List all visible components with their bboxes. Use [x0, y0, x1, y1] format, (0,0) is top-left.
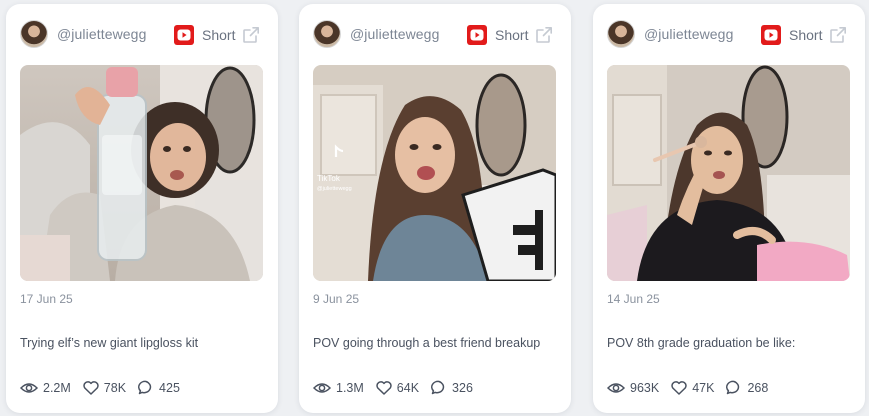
views-count: 963K [630, 380, 660, 395]
views-count: 2.2M [43, 380, 71, 395]
video-card[interactable]: @juliettewegg Short [299, 4, 571, 413]
likes-stat: 64K [376, 381, 419, 395]
video-thumbnail[interactable] [20, 65, 263, 281]
creator-handle[interactable]: @juliettewegg [644, 26, 733, 42]
creator-handle[interactable]: @juliettewegg [57, 26, 146, 42]
video-caption: Trying elf’s new ‍‍giant lipgloss kit [20, 336, 199, 350]
platform-badge: Short [467, 25, 528, 45]
comment-icon [431, 380, 445, 395]
comments-stat: 326 [431, 380, 473, 395]
comments-count: 268 [747, 380, 769, 395]
heart-icon [376, 380, 392, 395]
video-card[interactable]: @juliettewegg Short [6, 4, 278, 413]
video-caption: POV 8th grade graduation be like: [607, 336, 796, 350]
likes-count: 64K [396, 380, 420, 395]
creator-handle[interactable]: @juliettewegg [350, 26, 439, 42]
engagement-stats: 963K 47K 268 [607, 380, 780, 395]
comment-icon [138, 380, 152, 395]
avatar[interactable] [607, 20, 635, 48]
views-stat: 963K [607, 381, 659, 395]
views-stat: 2.2M [20, 381, 71, 395]
card-header: @juliettewegg Short [299, 4, 571, 64]
card-header: @juliettewegg Short [6, 4, 278, 64]
post-date: 17 Jun 25 [20, 292, 73, 306]
heart-icon [671, 380, 687, 395]
platform-label: Short [202, 27, 236, 43]
youtube-icon [761, 25, 781, 45]
post-date: 9 Jun 25 [313, 292, 360, 306]
likes-count: 78K [103, 380, 127, 395]
likes-stat: 78K [83, 381, 126, 395]
video-card[interactable]: @juliettewegg Short [593, 4, 865, 413]
external-link-icon[interactable] [535, 26, 553, 49]
avatar[interactable] [313, 20, 341, 48]
external-link-icon[interactable] [829, 26, 847, 49]
youtube-icon [467, 25, 487, 45]
views-count: 1.3M [336, 380, 364, 395]
comments-count: 326 [452, 380, 473, 395]
comments-stat: 425 [138, 380, 180, 395]
post-date: 14 Jun 25 [607, 292, 660, 306]
likes-stat: 47K [671, 381, 714, 395]
card-header: @juliettewegg Short [593, 4, 865, 64]
views-stat: 1.3M [313, 381, 364, 395]
tiktok-watermark: TikTok [317, 174, 341, 183]
video-caption: POV going through a best friend breakup [313, 336, 541, 350]
platform-badge: Short [761, 25, 822, 45]
comment-icon [726, 380, 740, 395]
avatar[interactable] [20, 20, 48, 48]
eye-icon [313, 382, 331, 393]
external-link-icon[interactable] [242, 26, 260, 49]
platform-label: Short [495, 27, 529, 43]
eye-icon [607, 382, 625, 393]
video-thumbnail[interactable]: TikTok @juliettewegg [313, 65, 556, 281]
engagement-stats: 1.3M 64K 326 [313, 380, 485, 395]
comments-count: 425 [159, 380, 180, 395]
video-thumbnail[interactable] [607, 65, 850, 281]
tiktok-watermark-handle: @juliettewegg [317, 186, 352, 192]
platform-badge: Short [174, 25, 235, 45]
comments-stat: 268 [726, 380, 768, 395]
engagement-stats: 2.2M 78K 425 [20, 380, 192, 395]
platform-label: Short [789, 27, 823, 43]
eye-icon [20, 382, 38, 393]
youtube-icon [174, 25, 194, 45]
likes-count: 47K [692, 380, 715, 395]
heart-icon [83, 380, 99, 395]
